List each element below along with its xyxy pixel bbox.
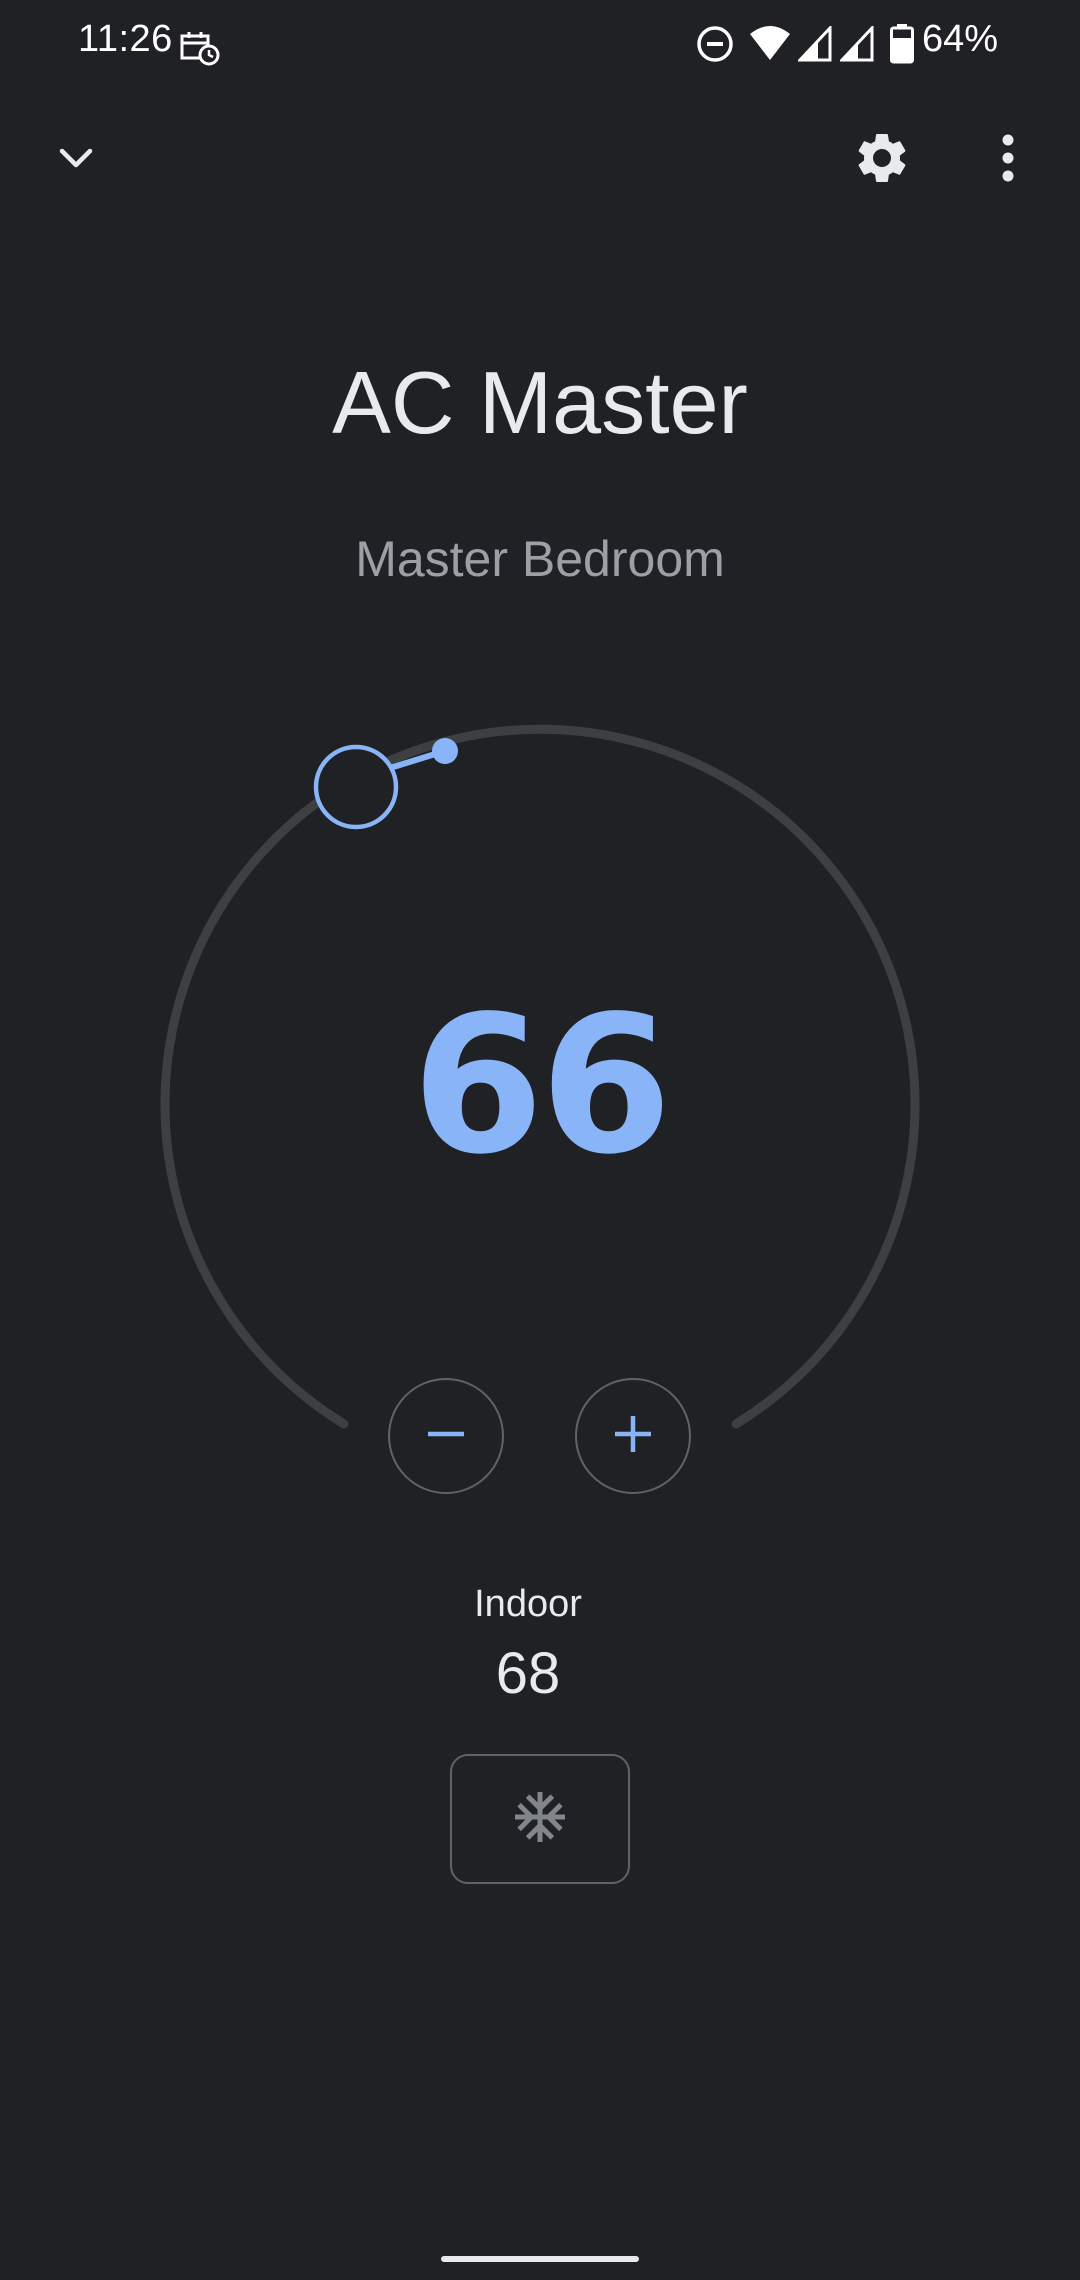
increase-temperature-button[interactable] — [575, 1378, 691, 1494]
decrease-temperature-button[interactable] — [388, 1378, 504, 1494]
plus-icon — [613, 1414, 653, 1459]
home-indicator[interactable] — [441, 2256, 639, 2262]
dial-knob[interactable] — [313, 744, 399, 830]
temperature-dial[interactable] — [0, 0, 1080, 1560]
cool-mode-button[interactable] — [450, 1754, 630, 1884]
thermostat-screen: 11:26 64% AC Master Master Bedroom 66 In… — [0, 0, 1080, 2280]
indoor-temperature: 68 — [495, 1641, 561, 1706]
indoor-label: Indoor — [474, 1583, 582, 1625]
dial-setpoint-marker — [432, 738, 458, 764]
snowflake-icon — [510, 1787, 570, 1852]
minus-icon — [426, 1414, 466, 1459]
setpoint-temperature: 66 — [411, 975, 672, 1196]
